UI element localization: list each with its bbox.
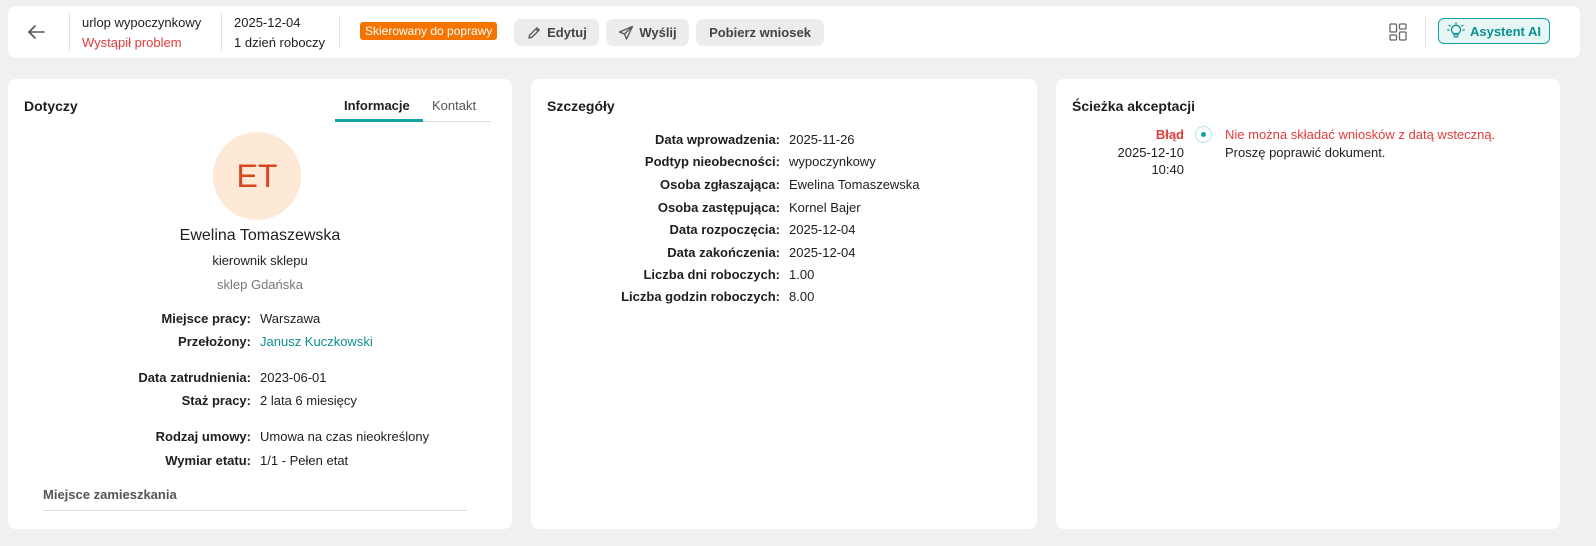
tab-contact[interactable]: Kontakt: [432, 98, 476, 113]
field-value: 1/1 - Pełen etat: [260, 453, 349, 468]
send-button[interactable]: Wyślij: [606, 19, 689, 46]
concerns-panel: Dotyczy Informacje Kontakt ET Ewelina To…: [8, 79, 512, 529]
download-request-button[interactable]: Pobierz wniosek: [696, 19, 824, 46]
field-label: Data zatrudnienia:: [138, 370, 251, 385]
panel-title: Szczegóły: [547, 98, 615, 114]
request-type: urlop wypoczynkowy: [82, 15, 202, 30]
field-value: 2025-11-26: [789, 132, 855, 147]
problem-indicator: Wystąpił problem: [82, 35, 182, 50]
field-value: 2025-12-04: [789, 245, 856, 260]
field-label: Data wprowadzenia:: [655, 132, 780, 147]
request-date: 2025-12-04: [234, 15, 301, 30]
field-contract-type: Rodzaj umowy: Umowa na czas nieokreślony: [8, 429, 512, 447]
back-arrow-icon[interactable]: [24, 20, 48, 44]
status-badge: Skierowany do poprawy: [360, 22, 498, 40]
field-label: Staż pracy:: [181, 393, 251, 408]
field-value: Umowa na czas nieokreślony: [260, 429, 430, 444]
field-entry-date: Data wprowadzenia: 2025-11-26: [531, 132, 1037, 150]
edit-button[interactable]: Edytuj: [514, 19, 599, 46]
step-status: Błąd: [1155, 127, 1184, 142]
field-value: 8.00: [789, 289, 815, 304]
employee-name: Ewelina Tomaszewska: [179, 227, 341, 244]
field-supervisor: Przełożony: Janusz Kuczkowski: [8, 334, 512, 352]
field-value: 2023-06-01: [260, 370, 327, 385]
field-label: Rodzaj umowy:: [155, 429, 251, 444]
send-button-label: Wyślij: [639, 25, 677, 40]
field-workplace: Miejsce pracy: Warszawa: [8, 311, 512, 329]
avatar: ET: [213, 132, 301, 220]
field-value: 2 lata 6 miesięcy: [260, 393, 357, 408]
divider: [339, 17, 340, 47]
step-time: 10:40: [1151, 162, 1184, 177]
field-work-time: Wymiar etatu: 1/1 - Pełen etat: [8, 453, 512, 471]
field-value: Kornel Bajer: [789, 200, 861, 215]
acceptance-step-meta: Błąd 2025-12-10 10:40: [1056, 79, 1185, 199]
tab-information[interactable]: Informacje: [344, 98, 410, 113]
field-value: wypoczynkowy: [789, 154, 876, 169]
divider: [221, 13, 222, 51]
step-error-message: Nie można składać wniosków z datą wstecz…: [1225, 127, 1496, 142]
field-end-date: Data zakończenia: 2025-12-04: [531, 245, 1037, 263]
panel-title: Dotyczy: [24, 98, 78, 114]
field-seniority: Staż pracy: 2 lata 6 miesięcy: [8, 393, 512, 411]
employee-role: kierownik sklepu: [212, 253, 308, 268]
field-label: Data zakończenia:: [667, 245, 780, 260]
field-working-days: Liczba dni roboczych: 1.00: [531, 267, 1037, 285]
edit-button-label: Edytuj: [547, 25, 587, 40]
active-tab-indicator: [335, 119, 423, 122]
field-value: Warszawa: [260, 311, 321, 326]
acceptance-panel: Ścieżka akceptacji Błąd 2025-12-10 10:40…: [1056, 79, 1560, 529]
divider: [69, 13, 70, 51]
lightbulb-icon: [1447, 22, 1465, 38]
step-date: 2025-12-10: [1117, 145, 1185, 160]
request-duration: 1 dzień roboczy: [234, 35, 326, 50]
request-header-bar: urlop wypoczynkowy Wystąpił problem 2025…: [8, 6, 1580, 58]
field-label: Przełożony:: [178, 334, 251, 349]
divider: [1425, 17, 1426, 47]
field-working-hours: Liczba godzin roboczych: 8.00: [531, 289, 1037, 307]
field-absence-subtype: Podtyp nieobecności: wypoczynkowy: [531, 154, 1037, 172]
field-reporter: Osoba zgłaszająca: Ewelina Tomaszewska: [531, 177, 1037, 195]
field-value: 2025-12-04: [789, 222, 856, 237]
pencil-icon: [528, 26, 540, 39]
ai-assistant-button[interactable]: Asystent AI: [1438, 18, 1550, 44]
download-request-label: Pobierz wniosek: [709, 25, 811, 40]
field-label: Liczba godzin roboczych:: [621, 289, 780, 304]
field-hire-date: Data zatrudnienia: 2023-06-01: [8, 370, 512, 388]
supervisor-link[interactable]: Janusz Kuczkowski: [260, 334, 373, 349]
field-value: 1.00: [789, 267, 815, 282]
field-substitute: Osoba zastępująca: Kornel Bajer: [531, 200, 1037, 218]
field-label: Osoba zastępująca:: [657, 200, 780, 215]
field-label: Osoba zgłaszająca:: [660, 177, 780, 192]
field-label: Data rozpoczęcia:: [669, 222, 780, 237]
layout-grid-icon[interactable]: [1388, 22, 1408, 42]
field-label: Podtyp nieobecności:: [644, 154, 780, 169]
step-message: Proszę poprawić dokument.: [1225, 145, 1386, 160]
ai-assistant-label: Asystent AI: [1469, 23, 1542, 39]
employee-shop: sklep Gdańska: [217, 277, 303, 292]
timeline-dot-icon: [1195, 126, 1212, 143]
send-icon: [619, 25, 634, 40]
residence-section-toggle[interactable]: Miejsce zamieszkania: [43, 487, 467, 511]
field-value: Ewelina Tomaszewska: [789, 177, 920, 192]
field-label: Wymiar etatu:: [165, 453, 251, 468]
field-label: Miejsce pracy:: [161, 311, 251, 326]
field-start-date: Data rozpoczęcia: 2025-12-04: [531, 222, 1037, 240]
details-panel: Szczegóły Data wprowadzenia: 2025-11-26 …: [531, 79, 1037, 529]
concerns-tabs: Informacje Kontakt: [335, 98, 491, 122]
field-label: Liczba dni roboczych:: [643, 267, 780, 282]
